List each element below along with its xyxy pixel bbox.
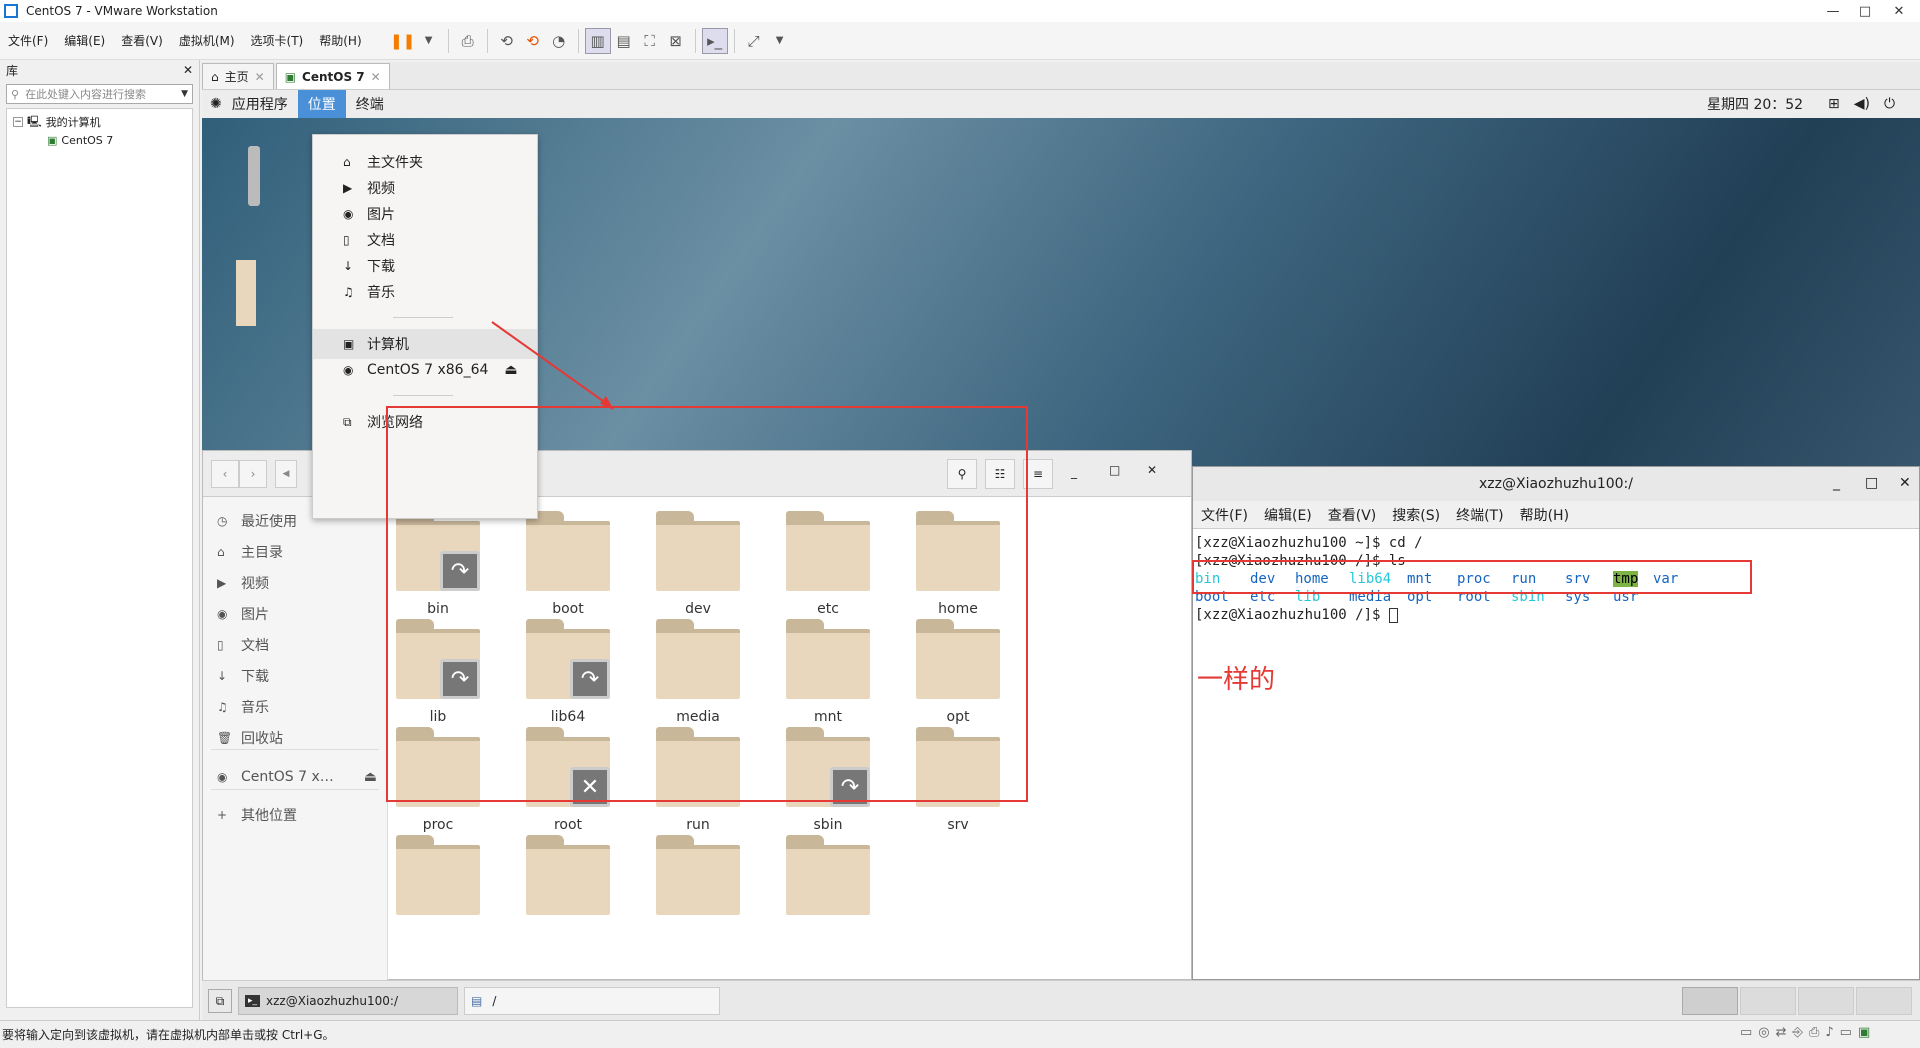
annotation-arrow	[491, 321, 614, 410]
network-adapter-icon[interactable]: ⇄	[1776, 1025, 1787, 1040]
workspace-1[interactable]	[1682, 987, 1738, 1015]
dropdown-arrow-icon[interactable]: ▼	[181, 89, 188, 99]
status-text: 要将输入定向到该虚拟机，请在虚拟机内部单击或按 Ctrl+G。	[2, 1028, 335, 1042]
library-tree: − 🖳 我的计算机 ▣ CentOS 7	[6, 108, 193, 1008]
tree-node-my-computer[interactable]: − 🖳 我的计算机	[7, 113, 192, 131]
computer-icon: 🖳	[27, 114, 42, 128]
toolbar: ❚❚ ▼ ⎙ ⟲ ⟲ ◔ ▥ ▤ ⛶ ⊠ ▸_ ⤢ ▼	[390, 27, 793, 54]
library-title: 库	[6, 63, 19, 78]
collapse-icon[interactable]: −	[13, 117, 23, 127]
library-view-icon[interactable]: ▥	[584, 27, 611, 54]
library-header: 库 ✕	[0, 60, 199, 80]
menu-item[interactable]: 虚拟机(M)	[171, 32, 243, 49]
tab-label: CentOS 7	[302, 69, 365, 84]
tab-home[interactable]: ⌂ 主页 ✕	[202, 63, 274, 89]
terminal-icon: ▸_	[245, 995, 261, 1007]
tree-label: 我的计算机	[45, 116, 101, 129]
unity-icon[interactable]: ⊠	[663, 28, 689, 54]
minimize-button[interactable]: —	[1818, 0, 1848, 22]
menu-item[interactable]: 编辑(E)	[56, 32, 113, 49]
guest-window-list: ⧉ ▸_ xzz@Xiaozhuzhu100:/ ▤ /	[202, 980, 1920, 1020]
workspace-switcher[interactable]	[1682, 987, 1912, 1015]
menu-bar: 文件(F) 编辑(E) 查看(V) 虚拟机(M) 选项卡(T) 帮助(H) ❚❚ ▼ ⎙ …	[0, 22, 1920, 60]
vmware-logo-icon	[4, 4, 18, 18]
send-keys-icon[interactable]: ⎙	[455, 28, 481, 54]
library-panel: 库 ✕ ⚲ 在此处键入内容进行搜索 ▼ − 🖳 我的计算机 ▣ CentOS 7	[0, 60, 200, 1020]
close-button[interactable]: ✕	[1884, 0, 1914, 22]
close-icon[interactable]: ✕	[255, 70, 265, 84]
menu-items: 文件(F) 编辑(E) 查看(V) 虚拟机(M) 选项卡(T) 帮助(H)	[0, 32, 370, 49]
tab-centos7[interactable]: ▣ CentOS 7 ✕	[275, 63, 390, 89]
host-status-bar: 要将输入定向到该虚拟机，请在虚拟机内部单击或按 Ctrl+G。 ▭ ◎ ⇄ ⎆ ⎙ ♪ ▭ ▣	[0, 1020, 1920, 1048]
vm-icon: ▣	[47, 133, 58, 147]
home-icon: ⌂	[211, 69, 219, 84]
menu-item[interactable]: 文件(F)	[0, 32, 56, 49]
device-icons: ▭ ◎ ⇄ ⎆ ⎙ ♪ ▭ ▣	[1740, 1025, 1870, 1040]
hdd-icon[interactable]: ▭	[1740, 1025, 1752, 1040]
taskbar-terminal[interactable]: ▸_ xzz@Xiaozhuzhu100:/	[238, 987, 458, 1015]
vm-screen[interactable]: ✺ 应用程序 位置 终端 星期四 20：52 ⊞ ◀) ⏻ ‹ › ◀ ⚲ ☷ …	[202, 90, 1920, 980]
library-search-input[interactable]: ⚲ 在此处键入内容进行搜索 ▼	[6, 84, 193, 104]
dropdown-arrow-icon[interactable]: ▼	[767, 28, 793, 54]
maximize-button[interactable]: □	[1850, 0, 1880, 22]
cdrom-icon[interactable]: ◎	[1758, 1025, 1769, 1040]
window-title: CentOS 7 - VMware Workstation	[26, 4, 218, 18]
search-icon: ⚲	[11, 87, 20, 101]
menu-item[interactable]: 帮助(H)	[311, 32, 369, 49]
workspace-3[interactable]	[1798, 987, 1854, 1015]
display-icon[interactable]: ▭	[1840, 1025, 1852, 1040]
show-desktop-icon[interactable]: ⧉	[208, 989, 232, 1013]
workspace-4[interactable]	[1856, 987, 1912, 1015]
taskbar-files[interactable]: ▤ /	[464, 987, 720, 1015]
search-placeholder: 在此处键入内容进行搜索	[25, 88, 147, 101]
toolbar-separator	[486, 28, 488, 53]
stretch-icon[interactable]: ⤢	[741, 28, 767, 54]
files-icon: ▤	[471, 994, 483, 1008]
message-icon[interactable]: ▣	[1858, 1025, 1870, 1040]
taskbar-label: xzz@Xiaozhuzhu100:/	[266, 994, 398, 1008]
close-icon[interactable]: ✕	[183, 63, 193, 77]
toolbar-separator	[733, 28, 735, 53]
menu-item[interactable]: 选项卡(T)	[243, 32, 312, 49]
thumbnail-view-icon[interactable]: ▤	[611, 28, 637, 54]
toolbar-separator	[447, 28, 449, 53]
close-icon[interactable]: ✕	[371, 70, 381, 84]
taskbar-label: /	[492, 994, 497, 1008]
tab-label: 主页	[224, 70, 249, 84]
toolbar-separator	[577, 28, 579, 53]
console-icon[interactable]: ▸_	[701, 27, 728, 54]
tab-strip: ⌂ 主页 ✕ ▣ CentOS 7 ✕	[202, 62, 1920, 90]
usb-icon[interactable]: ⎆	[1793, 1025, 1803, 1040]
sound-icon[interactable]: ♪	[1825, 1025, 1833, 1040]
tree-label: CentOS 7	[61, 133, 114, 147]
dropdown-arrow-icon[interactable]: ▼	[416, 28, 442, 54]
workspace-2[interactable]	[1740, 987, 1796, 1015]
printer-icon[interactable]: ⎙	[1809, 1025, 1819, 1040]
snapshot-manager-icon[interactable]: ◔	[546, 28, 572, 54]
snapshot-icon[interactable]: ⟲	[494, 28, 520, 54]
tree-node-centos7[interactable]: ▣ CentOS 7	[7, 131, 192, 149]
menu-item[interactable]: 查看(V)	[113, 32, 171, 49]
revert-snapshot-icon[interactable]: ⟲	[520, 28, 546, 54]
vm-icon: ▣	[284, 69, 297, 84]
fullscreen-icon[interactable]: ⛶	[637, 28, 663, 54]
pause-icon[interactable]: ❚❚	[390, 28, 416, 54]
toolbar-separator	[694, 28, 696, 53]
title-bar: CentOS 7 - VMware Workstation — □ ✕	[0, 0, 1920, 22]
